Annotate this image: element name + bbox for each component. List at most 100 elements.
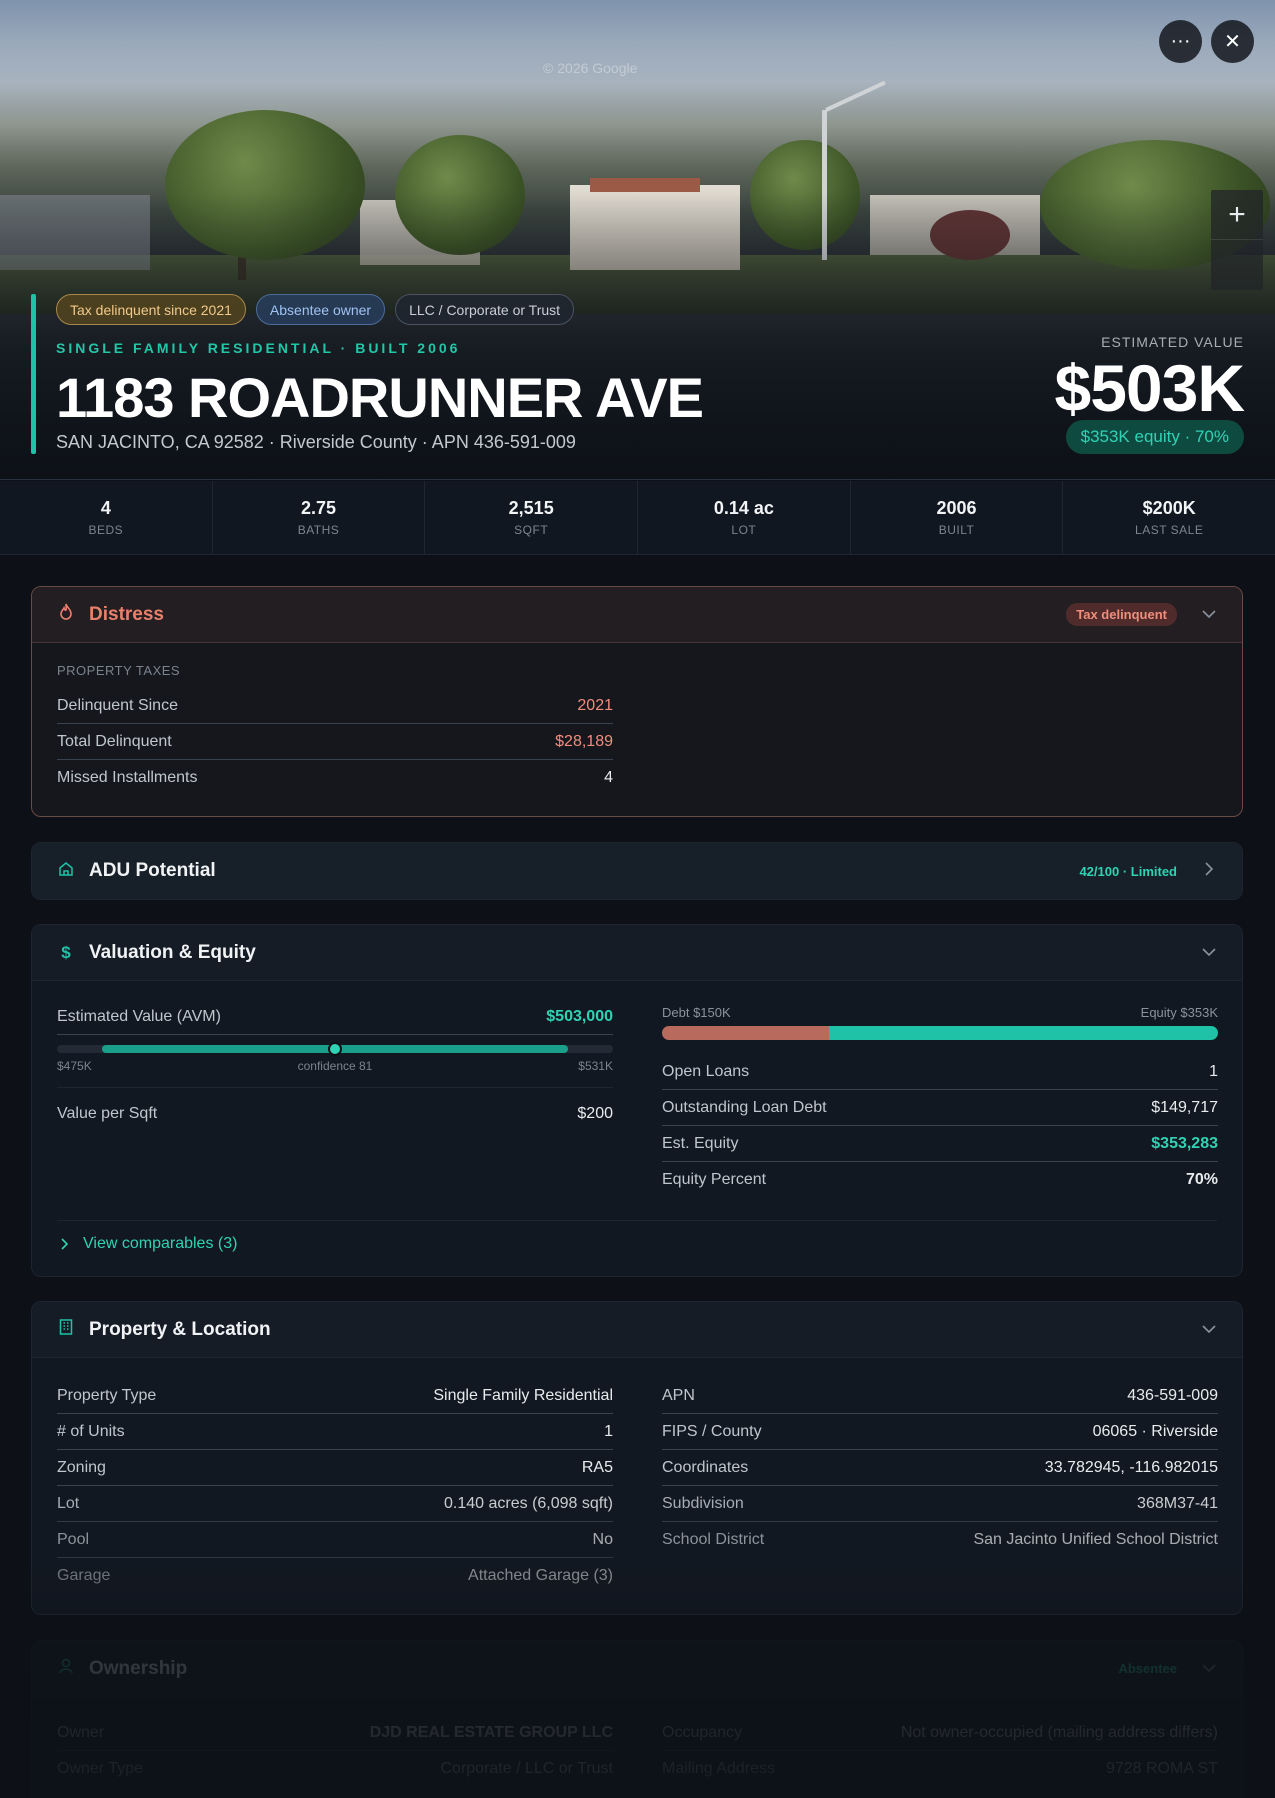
- row-value: San Jacinto Unified School District: [973, 1531, 1218, 1548]
- property-stats: 4 BEDS 2.75 BATHS 2,515 SQFT 0.14 ac LOT 200…: [0, 481, 1275, 555]
- row-value: 2021: [577, 696, 613, 714]
- list-item: Est. Equity $353,283: [662, 1126, 1218, 1162]
- stat-label: BUILT: [938, 523, 975, 537]
- chevron-down-icon[interactable]: [1201, 944, 1217, 962]
- equity-pill: $353K equity · 70%: [1065, 420, 1244, 454]
- stat-label: LOT: [731, 523, 757, 537]
- property-header[interactable]: Property & Location: [32, 1302, 1242, 1358]
- more-options-button[interactable]: ···: [1159, 20, 1202, 63]
- debt-equity-labels: Debt $150K Equity $353K: [662, 1005, 1218, 1020]
- list-item: Occupancy Not owner-occupied (mailing add…: [662, 1715, 1218, 1751]
- flame-icon: [57, 603, 75, 626]
- distress-card: Distress Tax delinquent PROPERTY TAXES D…: [31, 586, 1243, 817]
- stat-value: 0.14 ac: [713, 498, 774, 518]
- row-value: Attached Garage (3): [468, 1567, 613, 1584]
- row-value: 1: [1209, 1062, 1218, 1080]
- street-view-zoom-control[interactable]: +: [1211, 190, 1263, 290]
- estimated-value: $503K: [1054, 351, 1245, 425]
- debt-equity-bar: [662, 1026, 1218, 1040]
- valuation-header[interactable]: $ Valuation & Equity: [32, 925, 1242, 981]
- row-label: Coordinates: [662, 1458, 749, 1476]
- list-item: Owner DJD REAL ESTATE GROUP LLC: [57, 1715, 613, 1751]
- stat-label: LAST SALE: [1135, 523, 1204, 537]
- row-label: Open Loans: [662, 1062, 750, 1080]
- property-right-column: APN 436-591-009 FIPS / County 06065 · Rive…: [662, 1378, 1218, 1558]
- absentee-owner-badge: Absentee owner: [255, 294, 386, 325]
- divider: [57, 1220, 1217, 1221]
- property-address: 1183 ROADRUNNER AVE: [56, 366, 704, 429]
- stat-value: 2,515: [508, 498, 554, 518]
- valuation-title: Valuation & Equity: [89, 941, 256, 963]
- stat-value: 2.75: [300, 498, 337, 518]
- zoom-out-button[interactable]: [1211, 240, 1263, 290]
- avm-column: Estimated Value (AVM) $503,000 $475K con…: [57, 999, 613, 1132]
- list-item: Mailing Address 9728 ROMA ST: [662, 1751, 1218, 1787]
- list-item: Owner Type Corporate / LLC or Trust: [57, 1751, 613, 1787]
- equity-segment: [828, 1026, 1218, 1040]
- ppsf-label: Value per Sqft: [57, 1105, 158, 1122]
- avm-confidence: confidence 81: [297, 1059, 373, 1073]
- chevron-down-icon[interactable]: [1201, 1321, 1217, 1339]
- map-watermark: © 2026 Google: [543, 60, 638, 76]
- row-label: Zoning: [57, 1458, 106, 1476]
- stat-label: BEDS: [88, 523, 124, 537]
- plus-icon: +: [1228, 197, 1246, 231]
- row-label: Pool: [57, 1530, 90, 1548]
- ownership-left-column: Owner DJD REAL ESTATE GROUP LLC Owner Typ…: [57, 1715, 613, 1787]
- row-label: Outstanding Loan Debt: [662, 1098, 827, 1116]
- distress-title: Distress: [89, 603, 164, 625]
- close-icon: ✕: [1224, 31, 1241, 53]
- property-taxes-label: PROPERTY TAXES: [57, 663, 181, 678]
- stat-beds: 4 BEDS: [0, 481, 213, 554]
- row-label: Owner: [57, 1723, 105, 1741]
- property-left-column: Property Type Single Family Residential #…: [57, 1378, 613, 1594]
- list-item: # of Units 1: [57, 1414, 613, 1450]
- property-subtitle: SINGLE FAMILY RESIDENTIAL · BUILT 2006: [56, 340, 461, 356]
- row-value: Not owner-occupied (mailing address diff…: [900, 1723, 1218, 1741]
- ownership-right-column: Occupancy Not owner-occupied (mailing add…: [662, 1715, 1218, 1787]
- row-value: 06065 · Riverside: [1092, 1422, 1218, 1440]
- stat-sqft: 2,515 SQFT: [425, 481, 639, 554]
- row-value: 1: [604, 1422, 613, 1440]
- distress-header[interactable]: Distress Tax delinquent: [32, 587, 1242, 643]
- stat-value: 4: [100, 498, 111, 518]
- chevron-down-icon[interactable]: [1201, 606, 1217, 624]
- row-label: Subdivision: [662, 1494, 744, 1512]
- view-comparables-link[interactable]: View comparables (3): [61, 1235, 237, 1253]
- property-title: Property & Location: [89, 1318, 271, 1340]
- list-item: Total Delinquent $28,189: [57, 724, 613, 760]
- distress-body: PROPERTY TAXES Delinquent Since 2021 Tota…: [32, 643, 1242, 816]
- row-value: 4: [604, 769, 613, 786]
- debt-equity-column: Debt $150K Equity $353K Open Loans 1 Outs…: [662, 1005, 1218, 1198]
- debt-segment: [662, 1026, 829, 1040]
- list-item: Zoning RA5: [57, 1450, 613, 1486]
- list-item: Equity Percent 70%: [662, 1162, 1218, 1198]
- stat-last-sale: $200K LAST SALE: [1063, 481, 1275, 554]
- llc-badge: LLC / Corporate or Trust: [395, 294, 575, 325]
- adu-potential-card[interactable]: ADU Potential 42/100 · Limited: [31, 842, 1243, 900]
- stat-value: $200K: [1142, 498, 1196, 518]
- row-value: 368M37-41: [1137, 1494, 1218, 1512]
- row-label: Occupancy: [662, 1723, 743, 1741]
- list-item: Property Type Single Family Residential: [57, 1378, 613, 1414]
- chevron-down-icon[interactable]: [1201, 1660, 1217, 1678]
- row-label: Total Delinquent: [57, 732, 172, 750]
- ownership-card: Ownership Absentee Owner DJD REAL ESTATE …: [31, 1640, 1243, 1798]
- chevron-right-icon[interactable]: [1201, 861, 1217, 881]
- adu-header[interactable]: ADU Potential 42/100 · Limited: [32, 843, 1242, 899]
- property-location-card: Property & Location Property Type Single …: [31, 1301, 1243, 1615]
- row-label: Est. Equity: [662, 1134, 739, 1152]
- close-button[interactable]: ✕: [1211, 20, 1254, 63]
- avm-marker: [328, 1042, 342, 1056]
- row-label: Mailing Address: [662, 1760, 775, 1777]
- list-item: FIPS / County 06065 · Riverside: [662, 1414, 1218, 1450]
- avm-value: $503,000: [546, 1007, 613, 1025]
- avm-scale: $475K confidence 81 $531K: [57, 1059, 613, 1073]
- row-value: 33.782945, -116.982015: [1044, 1458, 1218, 1476]
- distress-badge: Tax delinquent: [1066, 603, 1177, 626]
- row-label: FIPS / County: [662, 1422, 762, 1440]
- zoom-in-button[interactable]: +: [1211, 190, 1263, 240]
- ownership-header[interactable]: Ownership Absentee: [32, 1641, 1242, 1697]
- avm-label: Estimated Value (AVM): [57, 1007, 221, 1025]
- list-item: APN 436-591-009: [662, 1378, 1218, 1414]
